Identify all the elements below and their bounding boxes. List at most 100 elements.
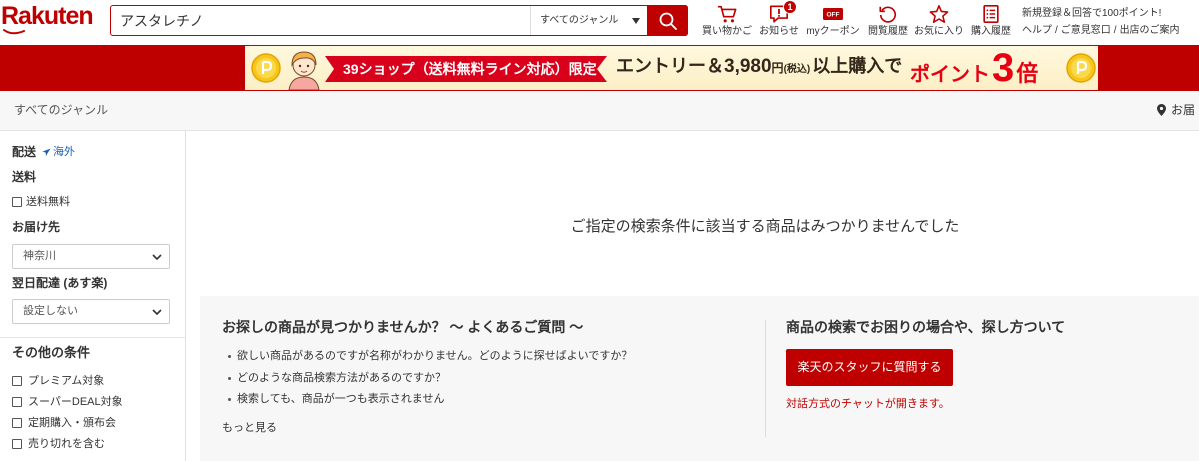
banner-multiplier-unit: 倍 — [1016, 61, 1039, 86]
link-separator: / — [1113, 25, 1117, 36]
search-icon — [659, 12, 677, 30]
logo-swoosh-icon — [3, 29, 25, 35]
location-pin-icon — [1157, 104, 1166, 116]
super-deal-checkbox[interactable] — [12, 397, 22, 407]
destination-select-value: 神奈川 — [23, 250, 56, 262]
banner-entry: エントリー＆ — [616, 56, 724, 76]
purchase-history-icon — [983, 5, 999, 23]
include-sold-out-checkbox[interactable] — [12, 439, 22, 449]
notification-badge: 1 — [783, 0, 797, 14]
feedback-link[interactable]: ご意見窓口 — [1061, 25, 1111, 36]
ask-staff-button[interactable]: 楽天のスタッフに質問する — [786, 349, 953, 386]
faq-item[interactable]: どのような商品検索方法があるのですか？ — [226, 368, 632, 390]
cart-label: 買い物かご — [702, 26, 752, 37]
breadcrumb: すべてのジャンル お届 — [0, 91, 1199, 131]
premium-checkbox-row[interactable]: プレミアム対象 — [12, 374, 104, 388]
delivery-location-selector[interactable]: お届 — [1157, 103, 1195, 117]
delivery-heading: 配送 — [12, 145, 37, 159]
free-shipping-checkbox-row[interactable]: 送料無料 — [12, 195, 70, 209]
subscription-label: 定期購入・頒布会 — [28, 417, 116, 429]
coupon-label: myクーポン — [806, 26, 860, 37]
destination-filter: お届け先 — [12, 220, 60, 234]
faq-item[interactable]: 欲しい商品があるのですが名称がわかりません。どのように探せばよいですか？ — [226, 346, 632, 368]
coupon-icon-text: OFF — [827, 12, 840, 19]
panel-divider — [765, 320, 766, 437]
plane-icon — [42, 147, 51, 156]
point-coin-icon — [1066, 53, 1096, 83]
coupon-icon: OFF — [823, 8, 843, 20]
sidebar-divider — [0, 337, 185, 338]
banner-point-label: ポイント — [910, 64, 990, 86]
genre-select-label: すべてのジャンル — [540, 15, 619, 26]
overseas-link-label: 海外 — [53, 146, 76, 158]
include-sold-out-checkbox-row[interactable]: 売り切れを含む — [12, 437, 105, 451]
search-button[interactable] — [647, 5, 688, 36]
link-separator: / — [1055, 25, 1058, 36]
history-label: 閲覧履歴 — [868, 26, 908, 37]
super-deal-checkbox-row[interactable]: スーパーDEAL対象 — [12, 395, 123, 409]
cart-icon — [717, 5, 737, 23]
next-day-select[interactable]: 設定しない — [12, 299, 170, 324]
star-icon — [929, 5, 949, 23]
notification-button[interactable]: お知らせ 1 — [756, 0, 802, 45]
destination-heading: お届け先 — [12, 220, 61, 234]
bullet — [228, 398, 231, 401]
genre-select[interactable]: すべてのジャンル — [530, 6, 648, 35]
search-bar: すべてのジャンル — [110, 5, 688, 36]
super-deal-label: スーパーDEAL対象 — [28, 396, 123, 408]
shipping-filter: 送料 — [12, 170, 36, 184]
history-icon — [879, 6, 897, 23]
faq-item-text: 欲しい商品があるのですが名称がわかりません。どのように探せばよいですか？ — [237, 350, 633, 362]
faq-item-text: どのような商品検索方法があるのですか？ — [237, 371, 446, 384]
other-conditions-heading: その他の条件 — [12, 345, 91, 360]
history-button[interactable]: 閲覧履歴 — [866, 0, 910, 45]
subscription-checkbox[interactable] — [12, 418, 22, 428]
banner-entry-condition: エントリー＆ 3,980 円 (税込) 以上購入で — [616, 57, 902, 76]
search-input[interactable] — [111, 6, 530, 35]
next-day-select-value: 設定しない — [23, 305, 78, 317]
free-shipping-label: 送料無料 — [26, 196, 70, 208]
promo-banner[interactable]: 39ショップ（送料無料ライン対応）限定 エントリー＆ 3,980 円 (税込) … — [245, 46, 1098, 90]
include-sold-out-label: 売り切れを含む — [28, 438, 105, 450]
next-day-heading: 翌日配達 (あす楽) — [12, 276, 108, 290]
faq-item[interactable]: 検索しても、商品が一つも表示されません — [226, 389, 632, 411]
delivery-filter: 配送 海外 — [12, 145, 75, 159]
shipping-heading: 送料 — [12, 170, 37, 184]
purchase-history-button[interactable]: 購入履歴 — [969, 0, 1013, 45]
registration-promo-link[interactable]: 新規登録＆回答で100ポイント! — [1022, 8, 1161, 20]
point-coin-icon — [251, 53, 281, 83]
banner-ribbon-text: 39ショップ（送料無料ライン対応）限定 — [343, 61, 597, 77]
premium-checkbox[interactable] — [12, 376, 22, 386]
chevron-down-icon — [152, 254, 162, 261]
banner-amount: 3,980 — [724, 56, 772, 77]
coupon-button[interactable]: OFF myクーポン — [804, 0, 862, 45]
help-link[interactable]: ヘルプ — [1022, 25, 1052, 36]
cart-button[interactable]: 買い物かご — [700, 0, 754, 45]
no-results-message: ご指定の検索条件に該当する商品はみつかりませんでした — [570, 218, 960, 235]
search-help-panel: お探しの商品が見つかりませんか？ 〜 よくあるご質問 〜 欲しい商品があるのです… — [200, 296, 1199, 461]
rakuten-logo[interactable]: Rakuten — [1, 3, 94, 29]
subscription-checkbox-row[interactable]: 定期購入・頒布会 — [12, 416, 116, 430]
site-header: Rakuten すべてのジャンル 買い物かご お知らせ — [0, 0, 1199, 45]
caret-down-icon — [632, 18, 640, 24]
free-shipping-checkbox[interactable] — [12, 197, 22, 207]
destination-select[interactable]: 神奈川 — [12, 244, 170, 269]
girl-illustration — [288, 51, 320, 90]
banner-multiplier: 3 — [992, 46, 1015, 90]
header-links: ヘルプ / ご意見窓口 / 出店のご案内 — [1022, 25, 1180, 37]
banner-condition: 以上購入で — [812, 56, 903, 76]
favorites-button[interactable]: お気に入り — [913, 0, 965, 45]
chevron-down-icon — [152, 309, 162, 316]
breadcrumb-all-genres[interactable]: すべてのジャンル — [14, 91, 108, 130]
faq-list: 欲しい商品があるのですが名称がわかりません。どのように探せばよいですか？ どのよ… — [226, 346, 632, 411]
help-title: 商品の検索でお困りの場合や、探し方ついて — [786, 319, 1066, 335]
merchant-info-link[interactable]: 出店のご案内 — [1120, 25, 1180, 36]
banner-tax: (税込) — [783, 64, 811, 75]
purchase-history-label: 購入履歴 — [971, 26, 1011, 37]
delivery-location-label: お届 — [1171, 103, 1196, 117]
faq-more-link[interactable]: もっと見る — [222, 421, 277, 435]
chat-note: 対話方式のチャットが開きます。 — [786, 398, 950, 410]
other-conditions-filter: その他の条件 — [12, 346, 90, 360]
overseas-link[interactable]: 海外 — [42, 145, 75, 159]
faq-title: お探しの商品が見つかりませんか？ 〜 よくあるご質問 〜 — [222, 319, 584, 335]
